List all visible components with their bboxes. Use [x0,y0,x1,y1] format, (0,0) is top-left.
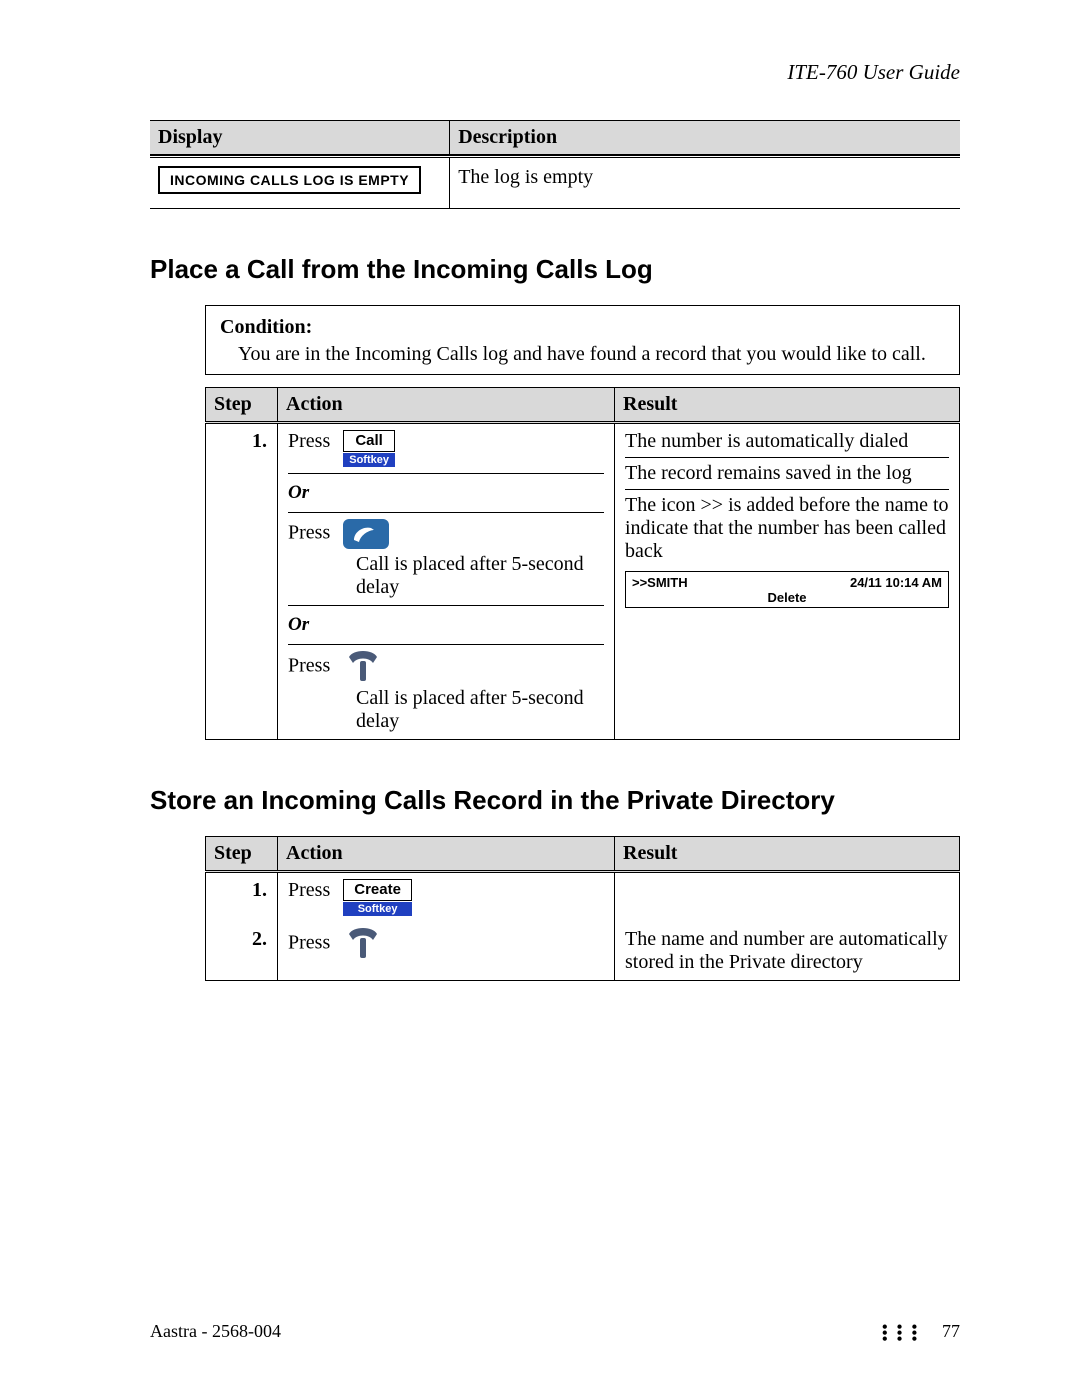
section-heading-2: Store an Incoming Calls Record in the Pr… [150,785,960,816]
handset-icon [343,651,387,683]
or-label: Or [288,612,604,638]
page: ITE-760 User Guide Display Description I… [0,0,1080,1397]
softkey-call: Call Softkey [343,430,395,467]
col-step: Step [206,837,278,872]
col-result: Result [615,388,960,423]
display-cell: INCOMING CALLS LOG IS EMPTY [150,157,450,209]
col-action: Action [278,837,615,872]
dot-leader-icon: • • •• • •• • • [882,1324,920,1342]
condition-text: You are in the Incoming Calls log and ha… [220,343,945,366]
description-cell: The log is empty [450,157,960,209]
call-key-icon [343,519,389,549]
result-line-1: The number is automatically dialed [625,430,949,458]
press-label: Press [288,879,330,901]
condition-box: Condition: You are in the Incoming Calls… [205,305,960,375]
record-display: >>SMITH 24/11 10:14 AM Delete [625,571,949,608]
softkey-button-label: Create [343,879,412,901]
softkey-button-label: Call [343,430,395,452]
record-name: >>SMITH [632,575,688,590]
lcd-display: INCOMING CALLS LOG IS EMPTY [158,166,421,194]
page-number: 77 [942,1321,960,1341]
softkey-create: Create Softkey [343,879,412,916]
result-cell: The name and number are automatically st… [615,922,960,981]
record-delete-label: Delete [632,590,942,605]
result-line-3: The icon >> is added before the name to … [625,494,949,563]
softkey-sublabel: Softkey [343,453,395,467]
col-action: Action [278,388,615,423]
softkey-sublabel: Softkey [343,902,412,916]
action-cell: Press Create Softkey [278,872,615,923]
steps-table-1: Step Action Result 1. Press Call Softkey… [205,387,960,740]
col-result: Result [615,837,960,872]
col-display: Display [150,121,450,155]
or-label: Or [288,480,604,506]
press-label: Press [288,430,330,452]
press-label: Press [288,932,330,954]
step-number: 1. [206,423,278,740]
result-cell [615,872,960,923]
step-number: 1. [206,872,278,923]
doc-header: ITE-760 User Guide [150,60,960,85]
footer-left: Aastra - 2568-004 [150,1321,281,1342]
delay-text: Call is placed after 5-second delay [288,553,604,599]
result-cell: The number is automatically dialed The r… [615,423,960,740]
condition-label: Condition: [220,316,945,339]
press-label: Press [288,655,330,677]
action-cell: Press Call Softkey Or Press Call is pla [278,423,615,740]
handset-icon [343,928,387,960]
footer-right: • • •• • •• • • 77 [882,1321,960,1342]
col-step: Step [206,388,278,423]
action-cell: Press [278,922,615,981]
press-label: Press [288,522,330,544]
step-number: 2. [206,922,278,981]
delay-text: Call is placed after 5-second delay [288,687,604,733]
page-footer: Aastra - 2568-004 • • •• • •• • • 77 [150,1321,960,1342]
display-description-table: Display Description INCOMING CALLS LOG I… [150,120,960,209]
section-heading-1: Place a Call from the Incoming Calls Log [150,254,960,285]
col-description: Description [450,121,960,155]
steps-table-2: Step Action Result 1. Press Create Softk… [205,836,960,981]
result-line-2: The record remains saved in the log [625,462,949,490]
record-time: 24/11 10:14 AM [850,575,942,590]
